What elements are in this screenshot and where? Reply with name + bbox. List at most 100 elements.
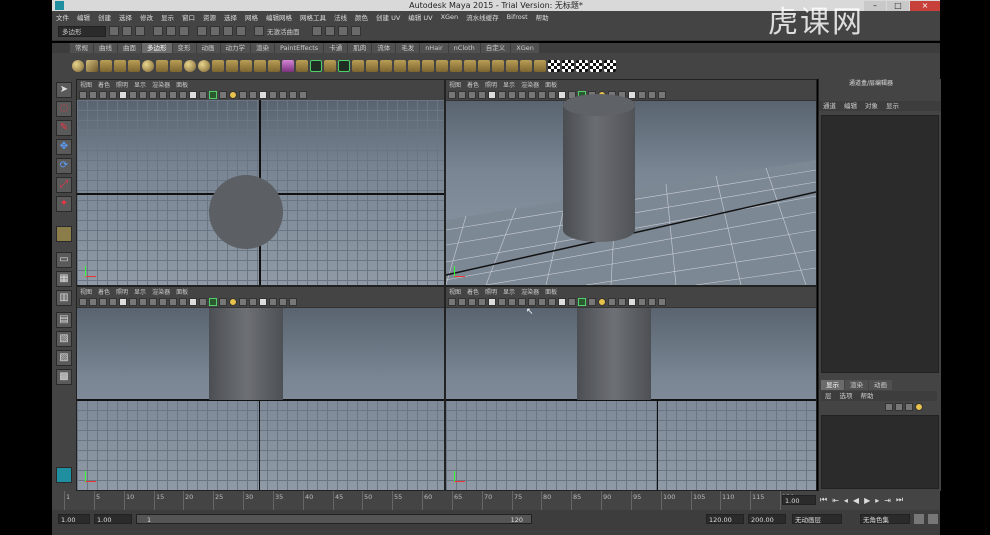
film-gate-icon[interactable] <box>488 90 496 99</box>
persp-hypershade-layout-icon[interactable]: ▧ <box>56 331 72 347</box>
image-plane-icon[interactable] <box>468 297 476 306</box>
end-time-field[interactable]: 200.00 <box>748 514 786 524</box>
select-tool-icon[interactable]: ➤ <box>56 82 72 98</box>
shelf-tab[interactable]: 肌肉 <box>348 43 372 53</box>
menu-item[interactable]: 帮助 <box>532 12 553 22</box>
screen-space-ao-icon[interactable] <box>618 297 626 306</box>
offset-edge-loop-icon[interactable] <box>394 60 406 72</box>
use-default-light-icon[interactable] <box>229 90 237 99</box>
menu-item[interactable]: 编辑 <box>73 12 94 22</box>
image-plane-icon[interactable] <box>99 90 107 99</box>
safe-action-icon[interactable] <box>528 297 536 306</box>
step-back-key-icon[interactable]: ⇤ <box>832 496 839 505</box>
layer-menu-options[interactable]: 选项 <box>836 391 857 401</box>
viewport-menu-renderer[interactable]: 渲染器 <box>518 287 542 296</box>
poly-pyramid-icon[interactable] <box>170 60 182 72</box>
automatic-mapping-icon[interactable] <box>590 60 602 72</box>
layer-menu-layers[interactable]: 层 <box>821 391 836 401</box>
cylinder-front-view[interactable] <box>209 308 283 400</box>
combine-icon[interactable] <box>240 60 252 72</box>
outliner-layout-icon[interactable]: ▨ <box>56 350 72 366</box>
viewport-front[interactable]: 视图 着色 照明 显示 渲染器 面板 <box>76 286 445 491</box>
poly-platonic-icon[interactable] <box>226 60 238 72</box>
animation-preferences-icon[interactable] <box>928 514 938 524</box>
xray-icon[interactable] <box>588 297 596 306</box>
grid-toggle-icon[interactable] <box>478 90 486 99</box>
step-forward-key-icon[interactable]: ⇥ <box>884 496 891 505</box>
menu-item[interactable]: 创建 <box>94 12 115 22</box>
move-tool-icon[interactable]: ✥ <box>56 139 72 155</box>
step-back-frame-icon[interactable]: ◂ <box>844 496 848 505</box>
xray-icon[interactable] <box>219 90 227 99</box>
reduce-icon[interactable] <box>506 60 518 72</box>
multisample-icon[interactable] <box>269 297 277 306</box>
flat-shade-icon[interactable] <box>568 297 576 306</box>
auto-key-icon[interactable] <box>914 514 924 524</box>
menu-item[interactable]: XGen <box>437 13 463 21</box>
single-perspective-layout-icon[interactable]: ▭ <box>56 252 72 268</box>
last-used-tool-icon[interactable] <box>56 226 72 242</box>
image-plane-icon[interactable] <box>99 297 107 306</box>
viewport-menu-lighting[interactable]: 照明 <box>113 287 131 296</box>
layer-list[interactable] <box>821 415 939 489</box>
menu-item[interactable]: 编辑 UV <box>404 12 436 22</box>
channel-menu-channels[interactable]: 通道 <box>819 101 840 111</box>
motion-blur-icon[interactable] <box>628 90 636 99</box>
screen-space-ao-icon[interactable] <box>249 297 257 306</box>
poly-torus-icon[interactable] <box>142 60 154 72</box>
insert-edge-loop-icon[interactable] <box>380 60 392 72</box>
viewport-menu-shading[interactable]: 着色 <box>95 80 113 89</box>
wedge-icon[interactable] <box>478 60 490 72</box>
viewport-menu-panels[interactable]: 面板 <box>542 80 560 89</box>
channel-menu-edit[interactable]: 编辑 <box>840 101 861 111</box>
field-chart-icon[interactable] <box>518 90 526 99</box>
layer-menu-help[interactable]: 帮助 <box>857 391 878 401</box>
safe-title-icon[interactable] <box>169 297 177 306</box>
menu-item[interactable]: 窗口 <box>178 12 199 22</box>
bookmark-icon[interactable] <box>458 297 466 306</box>
resolution-gate-icon[interactable] <box>498 90 506 99</box>
collapse-icon[interactable] <box>450 60 462 72</box>
viewport-menu-panels[interactable]: 面板 <box>173 80 191 89</box>
menu-item[interactable]: 创建 UV <box>372 12 404 22</box>
bridge-icon[interactable] <box>338 60 350 72</box>
layer-tab-render[interactable]: 渲染 <box>845 380 868 390</box>
isolate-select-icon[interactable] <box>658 90 666 99</box>
isolate-select-icon[interactable] <box>658 297 666 306</box>
resolution-gate-icon[interactable] <box>498 297 506 306</box>
start-time-field[interactable]: 1.00 <box>58 514 90 524</box>
paint-select-tool-icon[interactable]: ✎ <box>56 120 72 136</box>
new-layer-from-selected-icon[interactable] <box>915 403 923 411</box>
rotate-tool-icon[interactable]: ⟳ <box>56 158 72 174</box>
bookmark-icon[interactable] <box>458 90 466 99</box>
grid-toggle-icon[interactable] <box>478 297 486 306</box>
viewport-menu-view[interactable]: 视图 <box>77 80 95 89</box>
history-icon[interactable] <box>311 26 322 36</box>
gate-mask-icon[interactable] <box>139 297 147 306</box>
shelf-tab[interactable]: 流体 <box>372 43 396 53</box>
viewport-menu-shading[interactable]: 着色 <box>464 80 482 89</box>
viewport-menu-view[interactable]: 视图 <box>446 80 464 89</box>
wireframe-on-shaded-icon[interactable] <box>209 297 217 306</box>
save-scene-icon[interactable] <box>135 26 145 36</box>
viewport-menu-view[interactable]: 视图 <box>77 287 95 296</box>
poly-cube-icon[interactable] <box>86 60 98 72</box>
gate-mask-icon[interactable] <box>508 90 516 99</box>
gate-mask-icon[interactable] <box>139 90 147 99</box>
viewport-menu-show[interactable]: 显示 <box>500 80 518 89</box>
step-forward-frame-icon[interactable]: ▸ <box>875 496 879 505</box>
lasso-tool-icon[interactable]: ◌ <box>56 101 72 117</box>
field-chart-icon[interactable] <box>149 297 157 306</box>
xray-icon[interactable] <box>219 297 227 306</box>
current-time-field[interactable]: 1.00 <box>782 495 816 505</box>
snap-curve-icon[interactable] <box>210 26 220 36</box>
quadrangulate-icon[interactable] <box>534 60 546 72</box>
shelf-tab[interactable]: 毛发 <box>396 43 420 53</box>
shelf-tab[interactable]: 曲面 <box>118 43 141 53</box>
playback-end-field[interactable]: 120.00 <box>706 514 744 524</box>
menu-item[interactable]: 修改 <box>136 12 157 22</box>
shadows-icon[interactable] <box>239 297 247 306</box>
go-to-end-icon[interactable]: ⏭ <box>896 495 903 505</box>
shelf-tab[interactable]: 曲线 <box>94 43 117 53</box>
viewport-menu-lighting[interactable]: 照明 <box>113 80 131 89</box>
